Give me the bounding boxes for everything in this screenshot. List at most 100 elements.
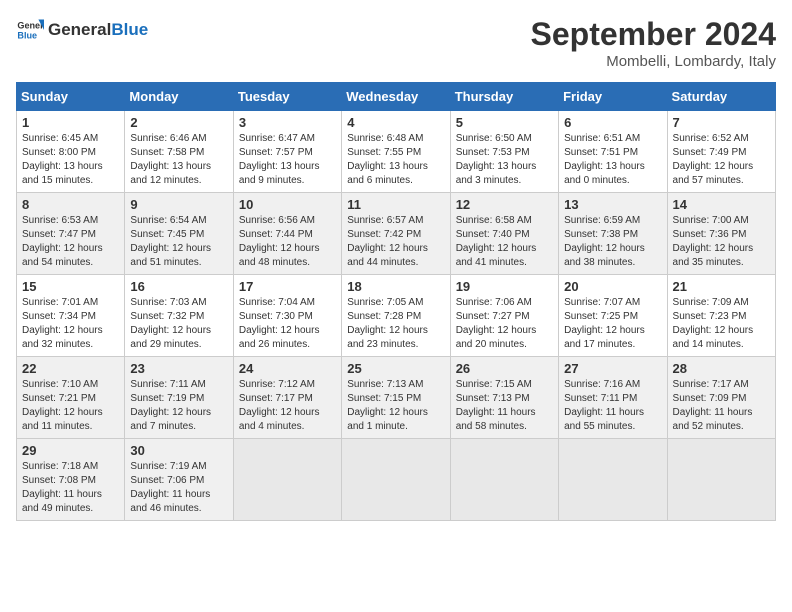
day-number: 12	[456, 197, 553, 212]
calendar-cell: 18 Sunrise: 7:05 AMSunset: 7:28 PMDayligh…	[342, 275, 450, 357]
day-number: 15	[22, 279, 119, 294]
day-info: Sunrise: 7:00 AMSunset: 7:36 PMDaylight:…	[673, 214, 770, 270]
header-wednesday: Wednesday	[342, 83, 450, 111]
day-info: Sunrise: 7:05 AMSunset: 7:28 PMDaylight:…	[347, 296, 444, 352]
day-info: Sunrise: 6:57 AMSunset: 7:42 PMDaylight:…	[347, 214, 444, 270]
day-number: 25	[347, 361, 444, 376]
day-info: Sunrise: 6:47 AMSunset: 7:57 PMDaylight:…	[239, 132, 336, 188]
day-number: 20	[564, 279, 661, 294]
day-info: Sunrise: 7:04 AMSunset: 7:30 PMDaylight:…	[239, 296, 336, 352]
day-number: 29	[22, 443, 119, 458]
day-info: Sunrise: 7:03 AMSunset: 7:32 PMDaylight:…	[130, 296, 227, 352]
day-info: Sunrise: 6:56 AMSunset: 7:44 PMDaylight:…	[239, 214, 336, 270]
calendar-cell	[342, 439, 450, 521]
calendar-cell	[233, 439, 341, 521]
calendar-cell: 1 Sunrise: 6:45 AMSunset: 8:00 PMDaylight…	[17, 111, 125, 193]
calendar-table: SundayMondayTuesdayWednesdayThursdayFrid…	[16, 82, 776, 521]
day-number: 19	[456, 279, 553, 294]
calendar-cell: 10 Sunrise: 6:56 AMSunset: 7:44 PMDayligh…	[233, 193, 341, 275]
svg-text:Blue: Blue	[17, 30, 37, 40]
day-number: 17	[239, 279, 336, 294]
calendar-cell: 13 Sunrise: 6:59 AMSunset: 7:38 PMDayligh…	[559, 193, 667, 275]
header-tuesday: Tuesday	[233, 83, 341, 111]
logo: General Blue General Blue	[16, 16, 148, 44]
calendar-cell: 11 Sunrise: 6:57 AMSunset: 7:42 PMDayligh…	[342, 193, 450, 275]
day-info: Sunrise: 7:11 AMSunset: 7:19 PMDaylight:…	[130, 378, 227, 434]
day-number: 11	[347, 197, 444, 212]
day-info: Sunrise: 6:45 AMSunset: 8:00 PMDaylight:…	[22, 132, 119, 188]
day-info: Sunrise: 7:06 AMSunset: 7:27 PMDaylight:…	[456, 296, 553, 352]
day-info: Sunrise: 7:19 AMSunset: 7:06 PMDaylight:…	[130, 460, 227, 516]
header-friday: Friday	[559, 83, 667, 111]
calendar-cell: 19 Sunrise: 7:06 AMSunset: 7:27 PMDayligh…	[450, 275, 558, 357]
day-info: Sunrise: 7:18 AMSunset: 7:08 PMDaylight:…	[22, 460, 119, 516]
calendar-cell: 30 Sunrise: 7:19 AMSunset: 7:06 PMDayligh…	[125, 439, 233, 521]
calendar-cell: 16Sunrise: 7:03 AMSunset: 7:32 PMDayligh…	[125, 275, 233, 357]
day-info: Sunrise: 7:09 AMSunset: 7:23 PMDaylight:…	[673, 296, 770, 352]
calendar-cell: 9 Sunrise: 6:54 AMSunset: 7:45 PMDaylight…	[125, 193, 233, 275]
day-info: Sunrise: 7:13 AMSunset: 7:15 PMDaylight:…	[347, 378, 444, 434]
day-info: Sunrise: 6:48 AMSunset: 7:55 PMDaylight:…	[347, 132, 444, 188]
calendar-week-3: 15 Sunrise: 7:01 AMSunset: 7:34 PMDayligh…	[17, 275, 776, 357]
calendar-cell: 22 Sunrise: 7:10 AMSunset: 7:21 PMDayligh…	[17, 357, 125, 439]
day-number: 8	[22, 197, 119, 212]
logo-general: General	[48, 20, 111, 40]
day-number: 13	[564, 197, 661, 212]
day-number: 4	[347, 115, 444, 130]
day-number: 26	[456, 361, 553, 376]
day-number: 10	[239, 197, 336, 212]
day-info: Sunrise: 7:15 AMSunset: 7:13 PMDaylight:…	[456, 378, 553, 434]
day-number: 3	[239, 115, 336, 130]
day-number: 28	[673, 361, 770, 376]
calendar-cell	[450, 439, 558, 521]
calendar-cell	[559, 439, 667, 521]
day-number: 18	[347, 279, 444, 294]
day-number: 9	[130, 197, 227, 212]
calendar-cell: 27Sunrise: 7:16 AMSunset: 7:11 PMDayligh…	[559, 357, 667, 439]
day-info: Sunrise: 7:12 AMSunset: 7:17 PMDaylight:…	[239, 378, 336, 434]
day-info: Sunrise: 6:54 AMSunset: 7:45 PMDaylight:…	[130, 214, 227, 270]
day-number: 1	[22, 115, 119, 130]
day-number: 2	[130, 115, 227, 130]
calendar-title: September 2024	[531, 16, 776, 53]
title-area: September 2024 Mombelli, Lombardy, Italy	[531, 16, 776, 70]
day-info: Sunrise: 7:01 AMSunset: 7:34 PMDaylight:…	[22, 296, 119, 352]
calendar-subtitle: Mombelli, Lombardy, Italy	[531, 53, 776, 70]
calendar-week-1: 1 Sunrise: 6:45 AMSunset: 8:00 PMDaylight…	[17, 111, 776, 193]
header-saturday: Saturday	[667, 83, 775, 111]
day-info: Sunrise: 7:17 AMSunset: 7:09 PMDaylight:…	[673, 378, 770, 434]
day-info: Sunrise: 6:58 AMSunset: 7:40 PMDaylight:…	[456, 214, 553, 270]
header-thursday: Thursday	[450, 83, 558, 111]
day-info: Sunrise: 7:16 AMSunset: 7:11 PMDaylight:…	[564, 378, 661, 434]
day-number: 14	[673, 197, 770, 212]
calendar-cell: 2 Sunrise: 6:46 AMSunset: 7:58 PMDaylight…	[125, 111, 233, 193]
calendar-cell: 20Sunrise: 7:07 AMSunset: 7:25 PMDayligh…	[559, 275, 667, 357]
calendar-cell: 23 Sunrise: 7:11 AMSunset: 7:19 PMDayligh…	[125, 357, 233, 439]
day-number: 6	[564, 115, 661, 130]
calendar-cell: 17 Sunrise: 7:04 AMSunset: 7:30 PMDayligh…	[233, 275, 341, 357]
calendar-cell: 14 Sunrise: 7:00 AMSunset: 7:36 PMDayligh…	[667, 193, 775, 275]
day-info: Sunrise: 6:51 AMSunset: 7:51 PMDaylight:…	[564, 132, 661, 188]
day-info: Sunrise: 6:59 AMSunset: 7:38 PMDaylight:…	[564, 214, 661, 270]
calendar-cell: 21 Sunrise: 7:09 AMSunset: 7:23 PMDayligh…	[667, 275, 775, 357]
calendar-cell: 8Sunrise: 6:53 AMSunset: 7:47 PMDaylight…	[17, 193, 125, 275]
day-number: 22	[22, 361, 119, 376]
header: General Blue General Blue September 2024…	[16, 16, 776, 70]
calendar-week-5: 29 Sunrise: 7:18 AMSunset: 7:08 PMDayligh…	[17, 439, 776, 521]
calendar-cell: 5Sunrise: 6:50 AMSunset: 7:53 PMDaylight…	[450, 111, 558, 193]
day-info: Sunrise: 7:10 AMSunset: 7:21 PMDaylight:…	[22, 378, 119, 434]
day-number: 24	[239, 361, 336, 376]
calendar-cell: 12 Sunrise: 6:58 AMSunset: 7:40 PMDayligh…	[450, 193, 558, 275]
day-info: Sunrise: 6:52 AMSunset: 7:49 PMDaylight:…	[673, 132, 770, 188]
day-number: 21	[673, 279, 770, 294]
day-info: Sunrise: 6:46 AMSunset: 7:58 PMDaylight:…	[130, 132, 227, 188]
day-number: 23	[130, 361, 227, 376]
day-number: 30	[130, 443, 227, 458]
calendar-cell: 3 Sunrise: 6:47 AMSunset: 7:57 PMDaylight…	[233, 111, 341, 193]
calendar-cell: 28 Sunrise: 7:17 AMSunset: 7:09 PMDayligh…	[667, 357, 775, 439]
calendar-cell: 26 Sunrise: 7:15 AMSunset: 7:13 PMDayligh…	[450, 357, 558, 439]
calendar-header: SundayMondayTuesdayWednesdayThursdayFrid…	[17, 83, 776, 111]
calendar-body: 1 Sunrise: 6:45 AMSunset: 8:00 PMDaylight…	[17, 111, 776, 521]
logo-blue: Blue	[111, 20, 148, 40]
calendar-cell: 15 Sunrise: 7:01 AMSunset: 7:34 PMDayligh…	[17, 275, 125, 357]
